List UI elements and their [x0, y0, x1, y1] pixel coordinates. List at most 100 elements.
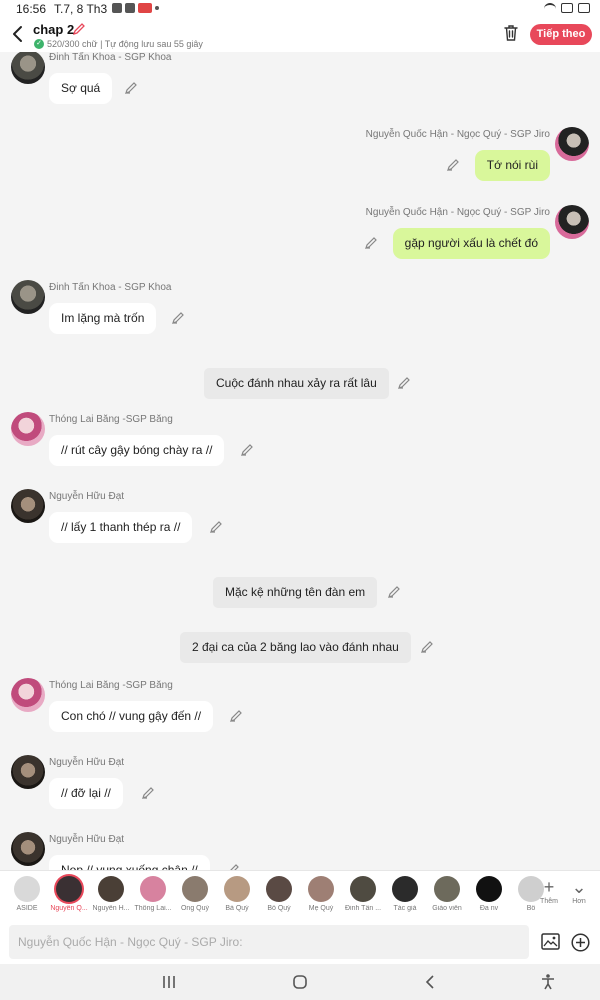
signal-icon — [561, 3, 573, 13]
edit-message-icon[interactable] — [124, 81, 138, 95]
edit-message-icon[interactable] — [229, 709, 243, 723]
message-item: Nguyễn Hữu Đạt Nọp // vung xuống chân // — [0, 832, 600, 870]
character-label: Đa nv — [479, 905, 499, 912]
back-nav-icon[interactable] — [422, 973, 440, 991]
facebook-notification-icon — [125, 3, 135, 13]
my-message-bubble[interactable]: Tớ nói rùi — [474, 150, 550, 181]
pencil-icon[interactable] — [72, 22, 86, 36]
edit-message-icon[interactable] — [240, 443, 254, 457]
character-avatar — [392, 876, 418, 902]
avatar[interactable] — [555, 127, 589, 161]
avatar[interactable] — [11, 755, 45, 789]
character-item[interactable]: Mẹ Quý — [301, 876, 341, 912]
message-bubble[interactable]: // đỡ lại // — [49, 778, 123, 809]
sender-name: Thóng Lai Băng -SGP Băng — [49, 680, 173, 691]
avatar[interactable] — [11, 52, 45, 84]
narration-bubble[interactable]: Mặc kệ những tên đàn em — [213, 577, 378, 608]
narration-bubble[interactable]: 2 đại ca của 2 băng lao vào đánh nhau — [180, 632, 411, 663]
chevron-down-icon: ⌄ — [571, 877, 587, 897]
character-avatar — [434, 876, 460, 902]
next-button[interactable]: Tiếp theo — [530, 24, 592, 45]
message-item: Thóng Lai Băng -SGP Băng Con chó // vung … — [0, 678, 600, 750]
narration-bubble[interactable]: Cuộc đánh nhau xảy ra rất lâu — [204, 368, 389, 399]
character-item[interactable]: Nguyễn Q... — [49, 876, 89, 912]
character-avatar — [266, 876, 292, 902]
character-label: Ông Quý — [180, 905, 209, 912]
character-item[interactable]: Bố Quý — [259, 876, 299, 912]
character-item[interactable]: Ông Quý — [175, 876, 215, 912]
avatar[interactable] — [11, 489, 45, 523]
aside-icon — [14, 876, 40, 902]
edit-message-icon[interactable] — [446, 158, 460, 172]
character-label: Mẹ Quý — [308, 905, 334, 912]
message-bubble[interactable]: Con chó // vung gậy đến // — [49, 701, 214, 732]
plus-icon: + — [543, 877, 555, 897]
autosave-status: ✓ 520/300 chữ | Tự động lưu sau 55 giây — [34, 39, 203, 49]
character-avatar — [140, 876, 166, 902]
more-characters-label: Hơn — [572, 898, 586, 905]
message-bubble[interactable]: // rút cây gậy bóng chày ra // — [49, 435, 225, 466]
character-avatar — [182, 876, 208, 902]
sender-name: Đinh Tấn Khoa - SGP Khoa — [49, 52, 172, 63]
message-bubble[interactable]: Sợ quá — [49, 73, 113, 104]
trash-icon[interactable] — [503, 24, 519, 42]
avatar[interactable] — [555, 205, 589, 239]
avatar[interactable] — [11, 678, 45, 712]
character-strip: Bồ Đa nv Giáo viên Tác giả Đinh Tấn ... Mẹ Qu… — [0, 870, 600, 920]
home-icon[interactable] — [291, 973, 309, 991]
edit-message-icon[interactable] — [420, 640, 434, 654]
accessibility-icon[interactable] — [539, 973, 557, 991]
message-bubble[interactable]: Im lặng mà trốn — [49, 303, 157, 334]
battery-icon — [578, 3, 590, 13]
wifi-icon — [544, 3, 556, 13]
character-label: Bố Quý — [267, 905, 291, 912]
notification-icons — [112, 3, 159, 13]
avatar[interactable] — [11, 412, 45, 446]
message-item: Nguyễn Quốc Hận - Ngọc Quý - SGP Jiro Tớ … — [0, 127, 600, 199]
edit-message-icon[interactable] — [364, 236, 378, 250]
system-navigation-bar — [0, 964, 600, 1000]
edit-message-icon[interactable] — [226, 863, 240, 870]
message-input[interactable] — [9, 925, 529, 959]
composer — [0, 920, 600, 964]
avatar[interactable] — [11, 280, 45, 314]
my-message-bubble[interactable]: gặp người xấu là chết đó — [392, 228, 550, 259]
message-item: Nguyễn Hữu Đạt // lấy 1 thanh thép ra // — [0, 489, 600, 561]
edit-message-icon[interactable] — [209, 520, 223, 534]
character-item[interactable]: Tác giả — [385, 876, 425, 912]
character-item[interactable]: Đinh Tấn ... — [343, 876, 383, 912]
character-item[interactable]: Thông Lai... — [133, 876, 173, 912]
character-item[interactable]: Bà Quý — [217, 876, 257, 912]
character-item[interactable]: Giáo viên — [427, 876, 467, 912]
check-icon: ✓ — [34, 39, 44, 49]
character-item[interactable]: Nguyễn H... — [91, 876, 131, 912]
add-circle-icon[interactable] — [571, 933, 590, 952]
character-aside[interactable]: ASIDE — [7, 876, 47, 912]
chapter-title[interactable]: chap 2 — [33, 22, 74, 37]
edit-message-icon[interactable] — [141, 786, 155, 800]
message-item: Thóng Lai Băng -SGP Băng // rút cây gậy b… — [0, 412, 600, 484]
message-bubble[interactable]: // lấy 1 thanh thép ra // — [49, 512, 193, 543]
message-item: Đinh Tấn Khoa - SGP Khoa Sợ quá — [0, 52, 600, 122]
character-label: Tác giả — [393, 905, 417, 912]
character-avatar — [56, 876, 82, 902]
message-item: Nguyễn Quốc Hận - Ngọc Quý - SGP Jiro gặp… — [0, 205, 600, 277]
message-bubble[interactable]: Nọp // vung xuống chân // — [49, 855, 210, 870]
character-item[interactable]: Đa nv — [469, 876, 509, 912]
autosave-text: 520/300 chữ | Tự động lưu sau 55 giây — [47, 39, 203, 49]
character-label: Bà Quý — [225, 905, 249, 912]
more-characters-button[interactable]: ⌄ Hơn — [564, 876, 594, 905]
add-character-button[interactable]: + Thêm — [534, 876, 564, 905]
character-label: Thông Lai... — [134, 905, 172, 912]
character-avatar — [308, 876, 334, 902]
edit-message-icon[interactable] — [397, 376, 411, 390]
avatar[interactable] — [11, 832, 45, 866]
edit-message-icon[interactable] — [387, 585, 401, 599]
chat-area: Đinh Tấn Khoa - SGP Khoa Sợ quá Nguyễn Quố… — [0, 52, 600, 870]
image-icon[interactable] — [541, 933, 560, 950]
status-bar: 16:56 T.7, 8 Th3 — [0, 0, 600, 18]
edit-message-icon[interactable] — [171, 311, 185, 325]
back-icon[interactable] — [8, 24, 28, 44]
recent-apps-icon[interactable] — [160, 973, 178, 991]
sender-name: Nguyễn Hữu Đạt — [49, 491, 125, 502]
